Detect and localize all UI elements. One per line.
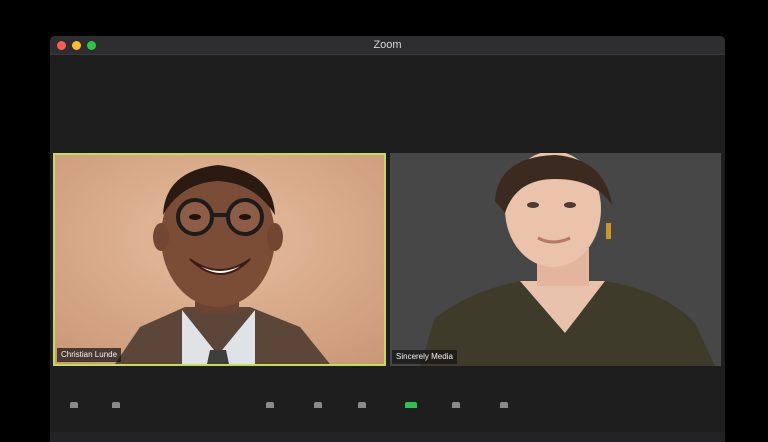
participants-icon[interactable] <box>314 402 322 408</box>
participant-video-2 <box>390 153 721 366</box>
video-tile-sincerely-media[interactable]: Sincerely Media <box>390 153 721 366</box>
share-screen-icon[interactable] <box>405 402 417 408</box>
meeting-toolbar <box>50 432 725 442</box>
record-icon[interactable] <box>452 402 460 408</box>
video-tile-christian-lunde[interactable]: Christian Lunde <box>53 153 386 366</box>
security-icon[interactable] <box>266 402 274 408</box>
reactions-icon[interactable] <box>500 402 508 408</box>
zoom-window: Zoom Christian Lunde Sincerely Media <box>50 36 725 442</box>
window-title: Zoom <box>373 39 402 51</box>
video-icon[interactable] <box>112 402 120 408</box>
title-bar: Zoom <box>50 36 725 55</box>
participant-name-label: Christian Lunde <box>57 348 122 362</box>
participant-video-1 <box>55 155 384 364</box>
video-stage: Christian Lunde Sincerely Media <box>50 55 725 426</box>
mute-mic-icon[interactable] <box>70 402 78 408</box>
participant-name-label: Sincerely Media <box>392 350 457 364</box>
chat-icon[interactable] <box>358 402 366 408</box>
